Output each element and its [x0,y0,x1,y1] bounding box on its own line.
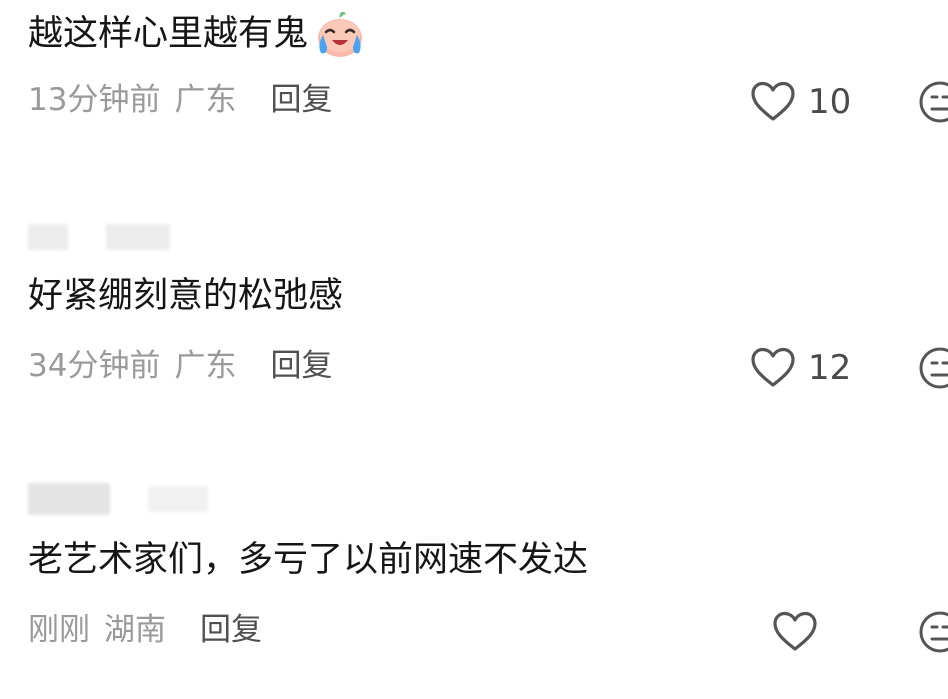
heart-outline-icon [750,347,796,389]
reply-button[interactable]: 回复 [270,346,332,386]
redaction-block [106,224,170,250]
dislike-button[interactable] [918,346,948,390]
comment-meta: 34分钟前 广东 回复 [28,346,332,386]
comment-text-container: 越这样心里越有鬼 [28,8,368,60]
like-button[interactable]: 10 [750,78,851,126]
like-button[interactable] [772,608,830,656]
meh-face-icon [918,610,948,654]
comment-text: 老艺术家们，多亏了以前网速不发达 [28,540,589,580]
meh-face-icon [918,80,948,124]
comment-text-container: 好紧绷刻意的松弛感 [28,274,343,318]
comment-location: 广东 [174,348,237,384]
heart-outline-icon [772,611,818,653]
reply-button[interactable]: 回复 [200,610,262,650]
crying-laughing-emoji-icon [312,8,368,60]
like-button[interactable]: 12 [750,344,851,392]
redaction-block [28,483,110,515]
comment-time: 13分钟前 [28,82,161,118]
username-redacted [28,222,170,252]
comment-text-container: 老艺术家们，多亏了以前网速不发达 [28,538,588,582]
username-redacted [28,483,208,515]
comment-text: 越这样心里越有鬼 [28,14,309,54]
redaction-block [148,486,208,512]
heart-outline-icon [750,81,796,123]
comment-location: 广东 [174,82,237,118]
comment-meta: 13分钟前 广东 回复 [28,80,332,120]
dislike-button[interactable] [918,80,948,124]
comment-location: 湖南 [104,612,166,648]
redaction-block [28,224,68,250]
comment-meta: 刚刚 湖南 回复 [28,610,262,650]
dislike-button[interactable] [918,610,948,654]
like-count: 10 [808,82,852,122]
comment-time: 34分钟前 [28,348,161,384]
reply-button[interactable]: 回复 [270,80,332,120]
comment-time: 刚刚 [28,612,90,648]
like-count: 12 [808,348,852,388]
comment-text: 好紧绷刻意的松弛感 [28,276,344,316]
meh-face-icon [918,346,948,390]
